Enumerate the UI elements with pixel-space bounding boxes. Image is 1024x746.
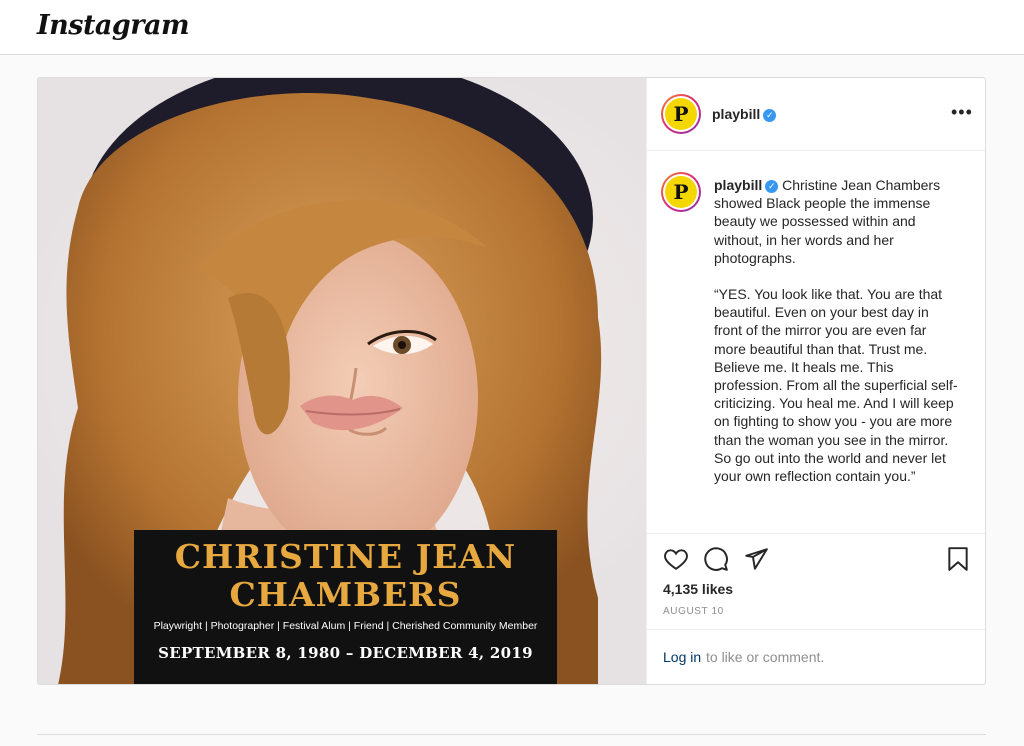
login-link[interactable]: Log in	[663, 649, 701, 665]
caption-paragraph-2: “YES. You look like that. You are that b…	[714, 286, 958, 485]
post-card: CHRISTINE JEAN CHAMBERS Playwright | Pho…	[37, 77, 986, 685]
banner-dates: SEPTEMBER 8, 1980 – DECEMBER 4, 2019	[158, 644, 533, 662]
comment-icon[interactable]	[703, 546, 729, 572]
login-footer: Log in to like or comment.	[647, 629, 985, 684]
share-icon[interactable]	[743, 546, 769, 572]
verified-icon: ✓	[763, 108, 777, 122]
post-actions: 4,135 likes AUGUST 10	[647, 533, 985, 629]
likes-count[interactable]: 4,135 likes	[663, 581, 733, 597]
post-sidebar: P playbill ✓ ••• P playbill ✓ Christine Je…	[646, 78, 985, 684]
heart-icon[interactable]	[663, 546, 689, 572]
avatar[interactable]: P	[661, 94, 701, 134]
username-text[interactable]: playbill	[712, 106, 760, 122]
avatar-letter: P	[665, 98, 697, 130]
caption-avatar[interactable]: P	[661, 172, 701, 212]
caption-username[interactable]: playbill	[714, 177, 762, 193]
login-prompt: to like or comment.	[706, 649, 825, 665]
avatar-letter: P	[665, 176, 697, 208]
more-icon[interactable]: •••	[951, 102, 973, 123]
post-header: P playbill ✓ •••	[647, 78, 985, 151]
banner-subtitle: Playwright | Photographer | Festival Alu…	[153, 620, 538, 632]
post-date[interactable]: AUGUST 10	[663, 606, 724, 617]
post-caption: playbill ✓ Christine Jean Chambers showed…	[714, 176, 959, 503]
verified-icon: ✓	[765, 179, 779, 193]
top-bar: Instagram	[0, 0, 1024, 55]
header-username[interactable]: playbill ✓	[712, 106, 777, 122]
post-image[interactable]: CHRISTINE JEAN CHAMBERS Playwright | Pho…	[38, 78, 646, 684]
banner-name-line2: CHAMBERS	[229, 575, 462, 614]
bookmark-icon[interactable]	[945, 546, 971, 572]
banner-name-line1: CHRISTINE JEAN	[174, 537, 517, 576]
memorial-banner: CHRISTINE JEAN CHAMBERS Playwright | Pho…	[134, 530, 557, 684]
divider	[37, 734, 986, 735]
instagram-logo[interactable]: Instagram	[37, 10, 190, 41]
banner-name: CHRISTINE JEAN CHAMBERS	[134, 530, 557, 614]
